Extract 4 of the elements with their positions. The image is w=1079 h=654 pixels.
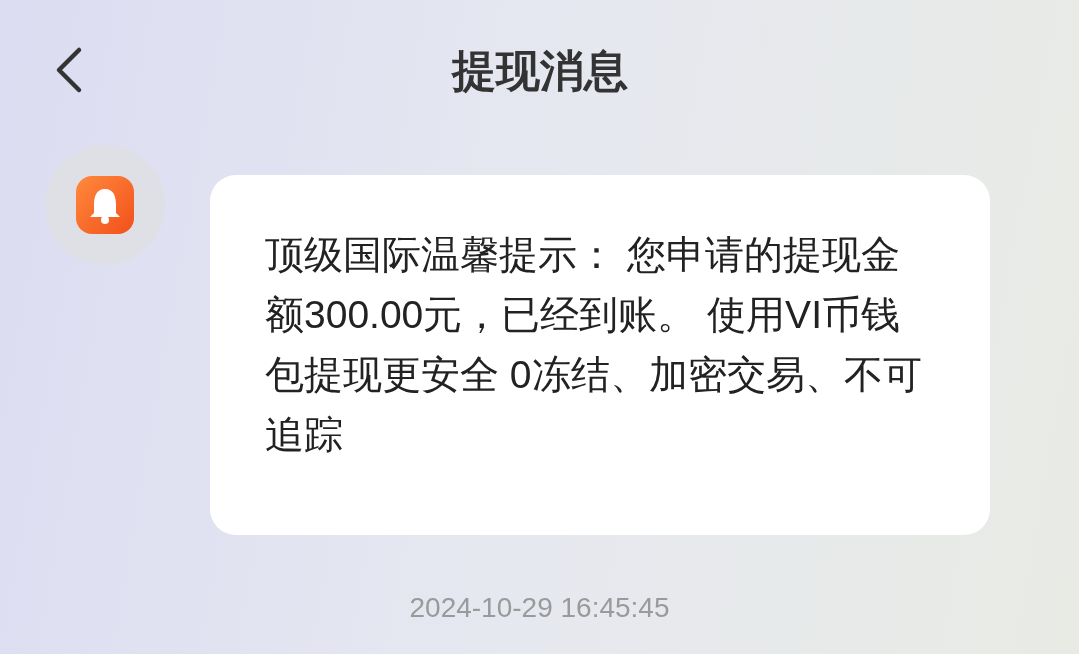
page-title: 提现消息: [451, 46, 628, 95]
message-time: 2024-10-29 16:45:45: [409, 592, 670, 623]
message-text: 顶级国际温馨提示： 您申请的提现金额300.00元，已经到账。 使用VI币钱包提现更安全 0冻结、加密交易、不可追踪: [265, 232, 923, 458]
bell-icon: [75, 175, 135, 235]
